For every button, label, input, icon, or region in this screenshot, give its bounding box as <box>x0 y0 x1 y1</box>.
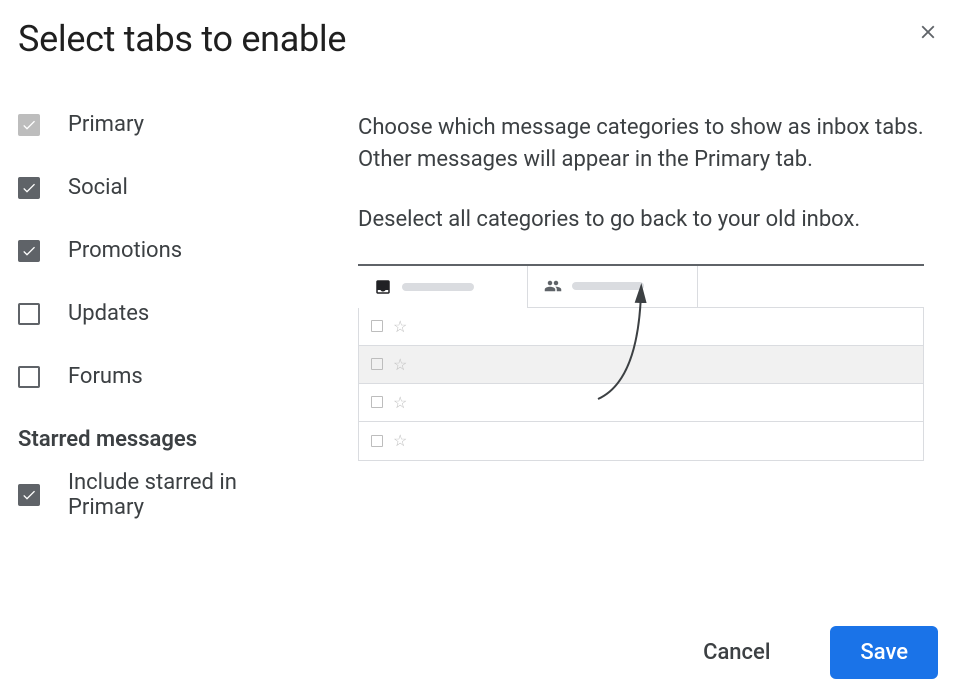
inbox-icon <box>374 278 392 296</box>
checkbox-include-starred[interactable] <box>18 484 40 506</box>
categories-column: Primary Social Promotions Updates <box>18 112 318 520</box>
save-button[interactable]: Save <box>830 626 938 679</box>
inbox-preview: ☆ ☆ ☆ ☆ <box>358 264 924 461</box>
category-row-updates: Updates <box>18 301 318 326</box>
star-icon: ☆ <box>393 355 407 374</box>
preview-tab-primary <box>358 266 528 308</box>
category-row-social: Social <box>18 175 318 200</box>
checkbox-social[interactable] <box>18 177 40 199</box>
category-label-promotions: Promotions <box>68 238 182 263</box>
preview-row: ☆ <box>359 384 923 422</box>
description-paragraph-2: Deselect all categories to go back to yo… <box>358 204 924 236</box>
category-row-primary: Primary <box>18 112 318 137</box>
category-row-promotions: Promotions <box>18 238 318 263</box>
dialog-title: Select tabs to enable <box>18 18 944 60</box>
preview-row: ☆ <box>359 346 923 384</box>
star-icon: ☆ <box>393 317 407 336</box>
close-button[interactable] <box>914 18 942 46</box>
checkbox-promotions[interactable] <box>18 240 40 262</box>
category-row-forums: Forums <box>18 364 318 389</box>
checkbox-updates[interactable] <box>18 303 40 325</box>
checkbox-primary <box>18 114 40 136</box>
preview-tab-social <box>528 266 698 308</box>
description-column: Choose which message categories to show … <box>358 112 944 520</box>
close-icon <box>917 21 939 43</box>
starred-row: Include starred in Primary <box>18 470 318 520</box>
description-paragraph-1: Choose which message categories to show … <box>358 112 924 176</box>
category-label-updates: Updates <box>68 301 149 326</box>
starred-heading: Starred messages <box>18 427 318 452</box>
preview-row: ☆ <box>359 308 923 346</box>
select-tabs-dialog: Select tabs to enable Primary Social Pro… <box>0 0 962 689</box>
category-label-forums: Forums <box>68 364 143 389</box>
checkbox-forums[interactable] <box>18 366 40 388</box>
star-icon: ☆ <box>393 431 407 450</box>
category-label-social: Social <box>68 175 128 200</box>
category-label-primary: Primary <box>68 112 144 137</box>
star-icon: ☆ <box>393 393 407 412</box>
people-icon <box>544 277 562 295</box>
preview-row: ☆ <box>359 422 923 460</box>
starred-label: Include starred in Primary <box>68 470 318 520</box>
cancel-button[interactable]: Cancel <box>673 626 800 679</box>
dialog-footer: Cancel Save <box>673 626 938 679</box>
